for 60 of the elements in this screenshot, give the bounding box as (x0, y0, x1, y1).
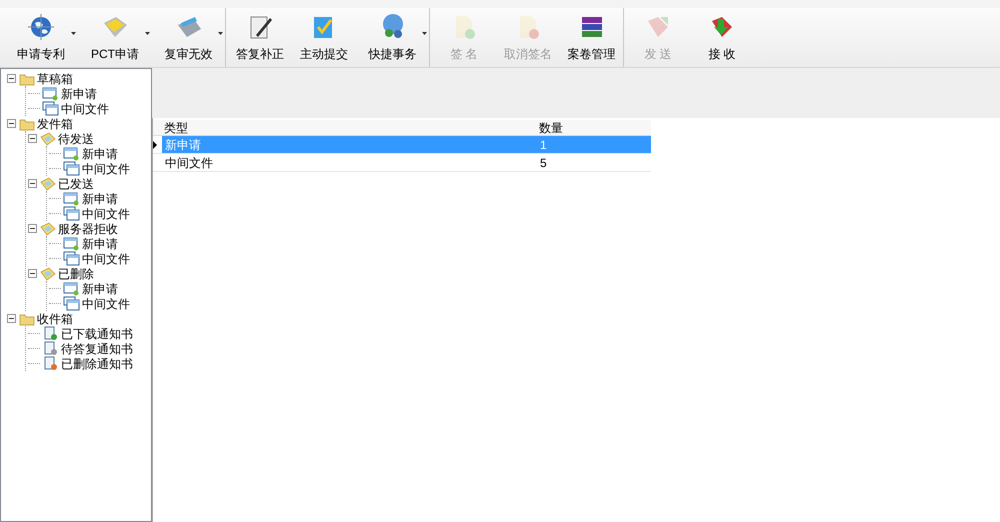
tree-item[interactable]: 服务器拒收 (58, 222, 118, 236)
notice-icon (42, 356, 59, 371)
table-cell-text: 5 (539, 155, 548, 171)
tree-item[interactable]: 新申请 (82, 146, 118, 160)
table-row[interactable]: 中间文件 5 (162, 154, 651, 171)
tree-item[interactable]: 已发送 (58, 176, 94, 190)
caret-icon (422, 32, 427, 35)
table-cell-text: 新申请 (164, 137, 202, 153)
collapse-toggle[interactable] (28, 179, 37, 188)
tree-item[interactable]: 新申请 (82, 192, 118, 206)
toolbar-button[interactable]: 接 收 (690, 8, 754, 67)
toolbar-button[interactable]: 复审无效 (152, 8, 226, 67)
tree-item[interactable]: 已删除通知书 (61, 356, 133, 370)
document-icon (63, 146, 80, 161)
collapse-toggle[interactable] (28, 269, 37, 278)
toolbar-button[interactable]: 快捷事务 (356, 8, 430, 67)
document-icon (42, 86, 59, 101)
documents-icon (63, 161, 80, 176)
tree-item[interactable]: 中间文件 (82, 296, 130, 310)
tree-item[interactable]: 中间文件 (82, 162, 130, 176)
tree-item[interactable]: 已删除 (58, 266, 94, 280)
document-icon (63, 236, 80, 251)
tree-item[interactable]: 中间文件 (61, 102, 109, 116)
toolbar-button[interactable]: PCT申请 (78, 8, 152, 67)
document-icon (63, 191, 80, 206)
caret-icon (218, 32, 223, 35)
table-cell-text: 1 (539, 137, 548, 153)
tree-item[interactable]: 发件箱 (37, 116, 73, 130)
documents-icon (63, 296, 80, 311)
tree-item[interactable]: 草稿箱 (37, 72, 73, 86)
documents-icon (63, 251, 80, 266)
column-header[interactable]: 数量 (537, 120, 651, 135)
tree-item[interactable]: 已下载通知书 (61, 326, 133, 340)
collapse-toggle[interactable] (7, 314, 16, 323)
tree-item[interactable]: 新申请 (82, 236, 118, 250)
collapse-toggle[interactable] (28, 224, 37, 233)
collapse-toggle[interactable] (7, 119, 16, 128)
notice-icon (42, 341, 59, 356)
tree-item[interactable]: 收件箱 (37, 312, 73, 326)
caret-icon (71, 32, 76, 35)
column-header[interactable]: 类型 (162, 120, 537, 135)
toolbar-button[interactable]: 答复补正 (228, 8, 292, 67)
toolbar-button[interactable]: 申请专利 (4, 8, 78, 67)
tree-item[interactable]: 中间文件 (82, 206, 130, 220)
notice-icon (42, 326, 59, 341)
tree-item[interactable]: 新申请 (61, 86, 97, 100)
caret-icon (145, 32, 150, 35)
globe-icon (27, 12, 55, 40)
table-cell-text: 中间文件 (164, 155, 214, 171)
toolbar-button[interactable]: 案卷管理 (560, 8, 624, 67)
tree-item[interactable]: 待答复通知书 (61, 342, 133, 356)
collapse-toggle[interactable] (7, 74, 16, 83)
documents-icon (63, 206, 80, 221)
document-icon (63, 281, 80, 296)
toolbar-button[interactable]: 主动提交 (292, 8, 356, 67)
documents-icon (42, 101, 59, 116)
tree-item[interactable]: 中间文件 (82, 252, 130, 266)
collapse-toggle[interactable] (28, 134, 37, 143)
tree-item[interactable]: 新申请 (82, 282, 118, 296)
tree-item[interactable]: 待发送 (58, 132, 94, 146)
